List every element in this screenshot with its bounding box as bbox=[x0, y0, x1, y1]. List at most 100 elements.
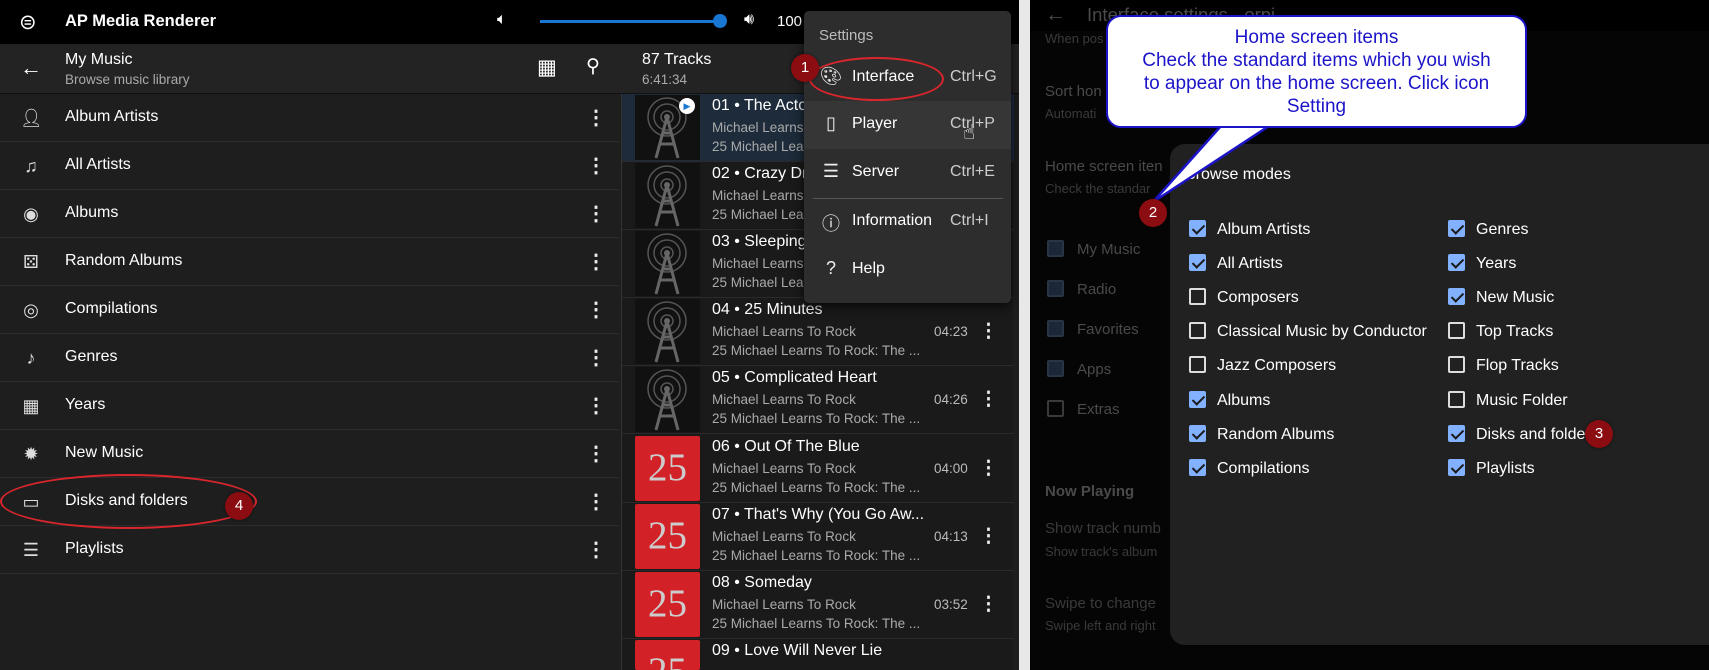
more-vert-icon[interactable]: ⋮ bbox=[586, 249, 606, 274]
more-vert-icon[interactable]: ⋮ bbox=[979, 593, 998, 616]
track-artist: Michael Learns bbox=[712, 188, 804, 203]
menu-item-server[interactable]: ☰ Server Ctrl+E bbox=[804, 149, 1011, 197]
library-item[interactable]: ♫ All Artists ⋮ bbox=[0, 142, 619, 190]
track-row[interactable]: 25 09 • Love Will Never Lie bbox=[622, 639, 1014, 670]
library-item[interactable]: ◉ Albums ⋮ bbox=[0, 190, 619, 238]
checkbox-label: Favorites bbox=[1077, 321, 1139, 338]
checkbox-label: Genres bbox=[1476, 221, 1529, 238]
volume-high-icon[interactable]: 🔊︎ bbox=[744, 11, 754, 29]
home-item-checkbox[interactable]: Favorites bbox=[1047, 320, 1139, 338]
more-vert-icon[interactable]: ⋮ bbox=[586, 105, 606, 130]
browse-mode-checkbox[interactable]: Flop Tracks bbox=[1448, 356, 1559, 375]
library-item[interactable]: 👤︎ Album Artists ⋮ bbox=[0, 94, 619, 142]
track-title: 02 • Crazy Dr bbox=[712, 165, 808, 182]
more-vert-icon[interactable]: ⋮ bbox=[586, 345, 606, 370]
track-row[interactable]: 25 08 • Someday Michael Learns To Rock 25 M… bbox=[622, 571, 1014, 639]
back-arrow-icon[interactable]: ← bbox=[1045, 3, 1066, 27]
track-row[interactable]: 04 • 25 Minutes Michael Learns To Rock 25 … bbox=[622, 298, 1014, 366]
library-item[interactable]: ◎ Compilations ⋮ bbox=[0, 286, 619, 334]
home-item-checkbox[interactable]: My Music bbox=[1047, 240, 1140, 258]
more-vert-icon[interactable]: ⋮ bbox=[586, 297, 606, 322]
track-row[interactable]: 25 06 • Out Of The Blue Michael Learns To … bbox=[622, 435, 1014, 503]
browse-mode-checkbox[interactable]: Compilations bbox=[1189, 459, 1309, 478]
checkbox-label: Album Artists bbox=[1217, 221, 1311, 238]
library-item[interactable]: ♪ Genres ⋮ bbox=[0, 334, 619, 382]
browse-mode-checkbox[interactable]: New Music bbox=[1448, 288, 1554, 307]
volume-slider[interactable] bbox=[540, 14, 727, 28]
more-vert-icon[interactable]: ⋮ bbox=[979, 320, 998, 343]
track-album: 25 Michael Learns To Rock: The ... bbox=[712, 343, 921, 358]
more-vert-icon[interactable]: ⋮ bbox=[979, 457, 998, 480]
more-vert-icon[interactable]: ⋮ bbox=[979, 525, 998, 548]
home-item-checkbox[interactable]: Apps bbox=[1047, 360, 1111, 378]
volume-slider-thumb[interactable] bbox=[713, 14, 727, 28]
more-vert-icon[interactable]: ⋮ bbox=[586, 393, 606, 418]
menu-item-shortcut: Ctrl+I bbox=[950, 212, 989, 229]
swipe-title[interactable]: Swipe to change bbox=[1045, 595, 1156, 612]
browse-mode-checkbox[interactable]: Genres bbox=[1448, 220, 1528, 239]
checkbox-label: Albums bbox=[1217, 392, 1271, 409]
checkbox-icon bbox=[1448, 356, 1465, 373]
browse-mode-checkbox[interactable]: All Artists bbox=[1189, 254, 1283, 273]
settings-menu: Settings 🎨︎ Interface Ctrl+G ▯ Player Ctrl+P ☰… bbox=[804, 11, 1011, 303]
track-row[interactable]: 25 07 • That's Why (You Go Aw... Michael L… bbox=[622, 503, 1014, 571]
back-arrow-icon[interactable]: ← bbox=[20, 55, 42, 81]
library-item[interactable]: ✹ New Music ⋮ bbox=[0, 430, 619, 478]
show-track-number-title[interactable]: Show track numb bbox=[1045, 520, 1161, 537]
browse-mode-checkbox[interactable]: Classical Music by Conductor bbox=[1189, 322, 1427, 341]
browse-mode-checkbox[interactable]: Music Folder bbox=[1448, 391, 1568, 410]
library-item-label: New Music bbox=[65, 444, 144, 461]
browse-mode-checkbox[interactable]: Jazz Composers bbox=[1189, 356, 1336, 375]
sort-home-title[interactable]: Sort hon bbox=[1045, 83, 1102, 100]
menu-item-help[interactable]: ? Help bbox=[804, 246, 1011, 294]
menu-item-player[interactable]: ▯ Player Ctrl+P bbox=[804, 101, 1011, 149]
track-album: 25 Michael Lea bbox=[712, 207, 804, 222]
step-badge-1: 1 bbox=[791, 54, 819, 82]
checkbox-label: Flop Tracks bbox=[1476, 357, 1559, 374]
volume-low-icon[interactable]: 🔈︎ bbox=[497, 11, 507, 29]
calendar-icon: ▦ bbox=[22, 396, 40, 416]
track-row[interactable]: 05 • Complicated Heart Michael Learns To … bbox=[622, 366, 1014, 434]
radio-tower-art bbox=[635, 231, 700, 296]
more-vert-icon[interactable]: ⋮ bbox=[586, 489, 606, 514]
page-subtitle: Browse music library bbox=[65, 72, 190, 87]
menu-item-shortcut: Ctrl+G bbox=[950, 68, 997, 85]
checkbox-icon bbox=[1189, 391, 1206, 408]
more-vert-icon[interactable]: ⋮ bbox=[586, 201, 606, 226]
volume-value: 100 bbox=[777, 13, 803, 30]
browse-mode-checkbox[interactable]: Top Tracks bbox=[1448, 322, 1553, 341]
browse-mode-checkbox[interactable]: Years bbox=[1448, 254, 1516, 273]
more-vert-icon[interactable]: ⋮ bbox=[586, 537, 606, 562]
checkbox-icon bbox=[1448, 254, 1465, 271]
info-icon: ⓘ bbox=[822, 214, 840, 234]
search-icon[interactable]: ⚲ bbox=[586, 55, 600, 78]
home-item-checkbox[interactable]: Radio bbox=[1047, 280, 1116, 298]
browse-mode-checkbox[interactable]: Composers bbox=[1189, 288, 1299, 307]
library-item[interactable]: ⚄ Random Albums ⋮ bbox=[0, 238, 619, 286]
track-artist: Michael Learns To Rock bbox=[712, 324, 856, 339]
more-vert-icon[interactable]: ⋮ bbox=[979, 388, 998, 411]
more-vert-icon[interactable]: ⋮ bbox=[586, 441, 606, 466]
library-item[interactable]: ☰ Playlists ⋮ bbox=[0, 526, 619, 574]
library-item-label: Random Albums bbox=[65, 252, 183, 269]
browse-mode-checkbox[interactable]: Playlists bbox=[1448, 459, 1535, 478]
callout-text-line: Check the standard items which you wish bbox=[1142, 50, 1491, 71]
browse-mode-checkbox[interactable]: Disks and folde bbox=[1448, 425, 1585, 444]
app-logo-icon[interactable]: ⊜ bbox=[19, 10, 37, 35]
library-item-label: Album Artists bbox=[65, 108, 159, 125]
checkbox-icon bbox=[1047, 400, 1064, 417]
menu-item-information[interactable]: ⓘ Information Ctrl+I bbox=[804, 198, 1011, 246]
browse-mode-checkbox[interactable]: Album Artists bbox=[1189, 220, 1310, 239]
checkbox-label: Disks and folde bbox=[1476, 426, 1586, 443]
home-item-checkbox[interactable]: Extras bbox=[1047, 400, 1120, 418]
browse-mode-checkbox[interactable]: Albums bbox=[1189, 391, 1270, 410]
album-art: 25 bbox=[635, 436, 700, 501]
browse-mode-checkbox[interactable]: Random Albums bbox=[1189, 425, 1334, 444]
more-vert-icon[interactable]: ⋮ bbox=[586, 153, 606, 178]
grid-view-icon[interactable]: ▦ bbox=[537, 55, 557, 80]
track-album: 25 Michael Learns To Rock: The ... bbox=[712, 480, 921, 495]
library-item[interactable]: ▦ Years ⋮ bbox=[0, 382, 619, 430]
track-duration: 03:52 bbox=[934, 597, 968, 612]
annotation-ellipse-disks bbox=[0, 474, 257, 529]
track-duration: 04:13 bbox=[934, 529, 968, 544]
